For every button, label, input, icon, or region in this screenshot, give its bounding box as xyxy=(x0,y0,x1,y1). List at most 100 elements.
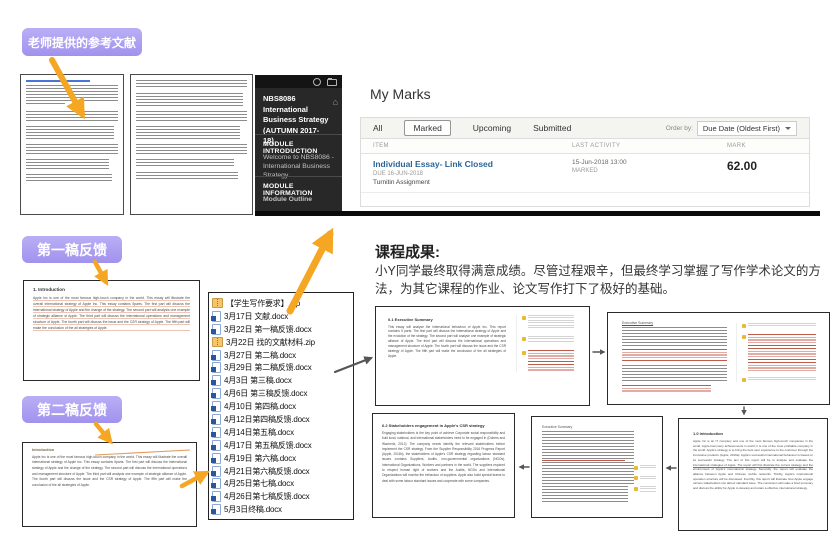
list-item[interactable]: 3月22日 找的文献材料.zip xyxy=(212,336,350,349)
callout-draft2-feedback: 第二稿反馈 xyxy=(22,396,122,423)
callout-teacher-references: 老师提供的参考文献 xyxy=(22,28,142,56)
page-title: My Marks xyxy=(370,86,431,102)
list-item[interactable]: 3月22日 第一稿反馈.docx xyxy=(212,323,350,336)
page: 老师提供的参考文献 NBS8086 International Business… xyxy=(0,0,832,542)
list-item[interactable]: 4月14日第五稿.docx xyxy=(212,426,350,439)
lms-screenshot: NBS8086 International Business Strategy … xyxy=(255,75,820,216)
comment-icon xyxy=(742,324,746,328)
folder-icon[interactable] xyxy=(327,79,337,87)
list-item[interactable]: 3月17日 文献.docx xyxy=(212,310,350,323)
draft1-heading: 1. Introduction xyxy=(33,287,190,292)
flow-d-heading: Executive Summary xyxy=(542,425,634,429)
lms-main-area: My Marks All Marked Upcoming Submitted O… xyxy=(342,75,820,211)
order-by-label: Order by: xyxy=(666,125,693,132)
flow-b-heading: Executive Summary xyxy=(622,321,727,325)
sidebar-divider xyxy=(255,134,342,135)
marks-table-header: ITEM LAST ACTIVITY MARK xyxy=(361,139,809,154)
flow-d-comments xyxy=(634,465,656,492)
reference-doc-page-2 xyxy=(130,74,253,215)
word-doc-icon xyxy=(212,504,221,515)
home-icon[interactable]: ⌂ xyxy=(333,98,338,107)
callout-draft2-feedback-label: 第二稿反馈 xyxy=(37,400,107,420)
order-by: Order by: Due Date (Oldest First) xyxy=(666,121,797,136)
draft1-body: Apple Inc is one of the most famous high… xyxy=(33,295,190,331)
flow-intro-heading: 1.0 Introduction xyxy=(693,431,813,436)
last-activity-value: 15-Jun-2018 13:00 xyxy=(572,159,727,166)
arrow-draft1-label-to-doc xyxy=(95,262,106,282)
list-item[interactable]: 【学生写作要求】.zip xyxy=(212,297,350,310)
flow-thumb-exec-summary-3: Executive Summary xyxy=(531,416,663,518)
list-item[interactable]: 4月3日 第三稿.docx xyxy=(212,374,350,387)
draft-file-list: 【学生写作要求】.zip 3月17日 文献.docx 3月22日 第一稿反馈.d… xyxy=(208,292,354,520)
flow-thumb-exec-summary-2: Executive Summary xyxy=(607,312,830,405)
flow-b-comments xyxy=(736,323,816,382)
table-row: Individual Essay- Link Closed DUE 16-JUN… xyxy=(361,154,809,193)
comment-icon xyxy=(634,476,638,480)
tab-submitted[interactable]: Submitted xyxy=(533,123,571,133)
flow-thumb-csr-final: 6.2 Stakeholders engagement in Apple's C… xyxy=(372,413,515,518)
list-item[interactable]: 4月17日 第五稿反馈.docx xyxy=(212,439,350,452)
word-doc-icon xyxy=(212,401,221,412)
assignment-due: DUE 16-JUN-2018 xyxy=(373,171,572,177)
word-doc-icon xyxy=(212,350,221,361)
list-item[interactable]: 4月21日第六稿反馈.docx xyxy=(212,465,350,478)
draft2-body: Apple Inc is one of the most famous high… xyxy=(32,455,187,489)
list-item[interactable]: 3月27日 第二稿.docx xyxy=(212,349,350,362)
reference-link-line xyxy=(26,80,90,82)
flow-a-body: This essay will analyse the internationa… xyxy=(388,325,506,359)
reference-doc-page-1 xyxy=(20,74,124,215)
word-doc-icon xyxy=(212,324,221,335)
assignment-type: Turnitin Assignment xyxy=(373,179,572,186)
mark-value: 62.00 xyxy=(727,159,797,173)
column-item: ITEM xyxy=(373,143,572,149)
draft1-feedback-doc: 1. Introduction Apple Inc is one of the … xyxy=(23,280,200,381)
comment-icon xyxy=(634,487,638,491)
list-item[interactable]: 5月3日终稿.docx xyxy=(212,503,350,516)
flow-intro-body: Apple Inc is an IT company and one of th… xyxy=(693,439,813,491)
flow-a-heading: 0.1 Executive Summary xyxy=(388,317,506,322)
comment-icon xyxy=(522,316,526,320)
zip-icon xyxy=(212,337,223,347)
word-doc-icon xyxy=(212,388,221,399)
word-doc-icon xyxy=(212,491,221,502)
flow-thumb-exec-summary-1: 0.1 Executive Summary This essay will an… xyxy=(375,306,590,406)
list-item[interactable]: 4月10日 第四稿.docx xyxy=(212,400,350,413)
tab-all[interactable]: All xyxy=(373,123,382,133)
word-doc-icon xyxy=(212,311,221,322)
tab-upcoming[interactable]: Upcoming xyxy=(473,123,511,133)
word-doc-icon xyxy=(212,375,221,386)
zip-icon xyxy=(212,298,223,308)
flow-csr-body: Engaging stakeholders is the key point o… xyxy=(382,431,505,484)
list-item[interactable]: 4月25日第七稿.docx xyxy=(212,477,350,490)
callout-draft1-feedback: 第一稿反馈 xyxy=(22,236,122,263)
order-by-value: Due Date (Oldest First) xyxy=(703,124,780,133)
course-title: NBS8086 International Business Strategy … xyxy=(263,94,329,147)
marks-tab-bar: All Marked Upcoming Submitted Order by: … xyxy=(361,118,809,139)
column-last-activity: LAST ACTIVITY xyxy=(572,143,727,149)
status-badge: MARKED xyxy=(572,168,727,174)
word-doc-icon xyxy=(212,466,221,477)
flow-thumb-intro-final: 1.0 Introduction Apple Inc is an IT comp… xyxy=(678,418,828,531)
list-item[interactable]: 4月19日 第六稿.docx xyxy=(212,452,350,465)
marks-panel: All Marked Upcoming Submitted Order by: … xyxy=(360,117,810,207)
comment-icon xyxy=(522,337,526,341)
sidebar-divider xyxy=(255,176,342,177)
chevron-down-icon xyxy=(785,127,791,130)
word-doc-icon xyxy=(212,362,221,373)
list-item[interactable]: 4月26日第七稿反馈.docx xyxy=(212,490,350,503)
assignment-link[interactable]: Individual Essay- Link Closed xyxy=(373,159,572,169)
list-item[interactable]: 4月6日 第三稿反馈.docx xyxy=(212,387,350,400)
circle-icon[interactable] xyxy=(313,78,321,86)
column-mark: MARK xyxy=(727,143,797,149)
comment-icon xyxy=(634,466,638,470)
word-doc-icon xyxy=(212,440,221,451)
tracked-change-line xyxy=(542,460,625,461)
list-item[interactable]: 4月12日第四稿反馈.docx xyxy=(212,413,350,426)
order-by-dropdown[interactable]: Due Date (Oldest First) xyxy=(697,121,797,136)
word-doc-icon xyxy=(212,453,221,464)
sidebar-item-module-outline[interactable]: Module Outline xyxy=(263,195,335,204)
tab-marked[interactable]: Marked xyxy=(404,120,450,136)
tracked-change-line xyxy=(693,467,813,468)
list-item[interactable]: 3月29日 第二稿反馈.docx xyxy=(212,361,350,374)
arrow-draft2-label-to-doc xyxy=(96,424,110,441)
